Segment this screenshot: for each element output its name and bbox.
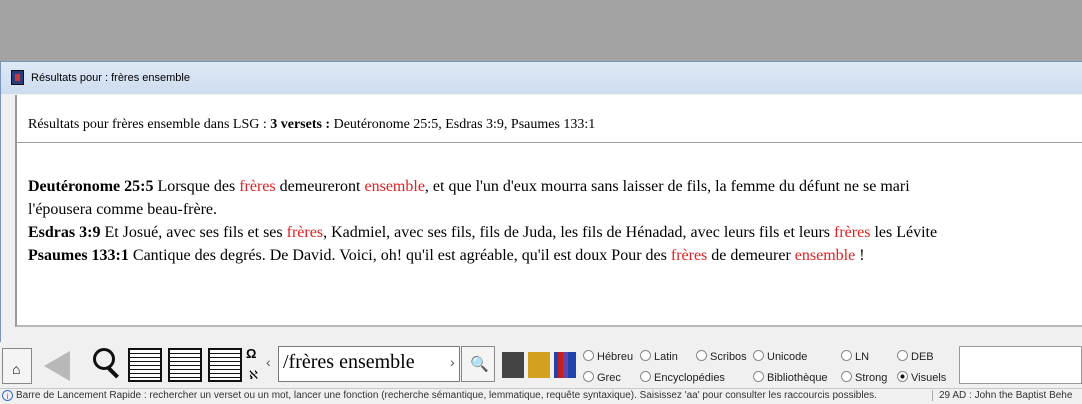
- option-grec[interactable]: Grec: [583, 371, 621, 384]
- verse-text: Cantique des degrés. De David. Voici, oh…: [128, 247, 671, 264]
- home-button[interactable]: ⌂: [2, 348, 32, 384]
- option-deb[interactable]: DEB: [897, 350, 934, 363]
- verse-ref[interactable]: Psaumes 133:1: [28, 247, 129, 264]
- summary-refs: Deutéronome 25:5, Esdras 3:9, Psaumes 13…: [330, 117, 596, 132]
- info-icon: i: [2, 390, 13, 401]
- history-forward-arrow[interactable]: ›: [450, 354, 455, 370]
- hebrew-keyboard-button[interactable]: ℵ: [249, 368, 258, 382]
- verse-esdras-3-9: Esdras 3:9 Et Josué, avec ses fils et se…: [28, 221, 937, 244]
- option-scribos[interactable]: Scribos: [696, 350, 747, 363]
- status-timeline[interactable]: 29 AD : John the Baptist Behe: [932, 390, 1072, 401]
- option-ln[interactable]: LN: [841, 350, 869, 363]
- summary-prefix: Résultats pour frères ensemble dans LSG …: [28, 117, 271, 132]
- verse-psaumes-133-1: Psaumes 133:1 Cantique des degrés. De Da…: [28, 244, 937, 267]
- option-unicode[interactable]: Unicode: [753, 350, 807, 363]
- verse-highlight: frères: [239, 178, 276, 195]
- results-summary: Résultats pour frères ensemble dans LSG …: [28, 117, 595, 133]
- magnifier-handle: [106, 366, 120, 379]
- summary-separator: [17, 142, 1082, 143]
- analysis-tools-icons[interactable]: [502, 352, 576, 378]
- parallel-view-button[interactable]: [208, 348, 242, 382]
- text-view-button[interactable]: [168, 348, 202, 382]
- quick-launch-toolbar: ⌂ Ω ℵ ‹ /frères ensemble › 🔍 Hébreu Lati…: [0, 342, 1082, 388]
- search-icon: 🔍: [470, 356, 489, 373]
- magnifier-icon: [93, 348, 115, 370]
- quick-search-input[interactable]: /frères ensemble: [278, 346, 460, 382]
- verse-highlight: frères: [670, 247, 708, 264]
- option-bibliotheque[interactable]: Bibliothèque: [753, 371, 828, 384]
- option-strong[interactable]: Strong: [841, 371, 887, 384]
- verse-highlight: frères: [286, 224, 324, 241]
- verse-ref[interactable]: Esdras 3:9: [28, 224, 100, 241]
- search-go-button[interactable]: 🔍: [461, 346, 495, 382]
- option-visuels[interactable]: Visuels: [897, 371, 946, 384]
- option-encyclopedies[interactable]: Encyclopédies: [640, 371, 725, 384]
- window-titlebar[interactable]: Résultats pour : frères ensemble: [1, 62, 1082, 94]
- history-back-arrow[interactable]: ‹: [266, 354, 271, 370]
- verse-text: de demeurer: [707, 247, 795, 264]
- home-icon: ⌂: [12, 361, 21, 377]
- single-column-view-button[interactable]: [128, 348, 162, 382]
- results-content: Résultats pour frères ensemble dans LSG …: [15, 95, 1082, 327]
- verse-text: Et Josué, avec ses fils et ses: [100, 224, 287, 241]
- preview-box[interactable]: [959, 346, 1082, 384]
- verse-highlight: ensemble: [794, 247, 856, 264]
- zoom-button[interactable]: [90, 346, 122, 384]
- verse-text: , et que l'un d'eux mourra sans laisser …: [424, 178, 910, 195]
- greek-keyboard-button[interactable]: Ω: [246, 346, 256, 361]
- status-message: Barre de Lancement Rapide : rechercher u…: [16, 390, 877, 401]
- back-arrow-icon: [44, 351, 70, 381]
- verse-text: les Lévite: [870, 224, 938, 241]
- window-title: Résultats pour : frères ensemble: [31, 72, 190, 84]
- verse-highlight: ensemble: [364, 178, 425, 195]
- option-latin[interactable]: Latin: [640, 350, 678, 363]
- results-window: Résultats pour : frères ensemble Résulta…: [0, 61, 1082, 342]
- verse-text: !: [855, 247, 865, 264]
- verse-deut-25-5-continued: l'épousera comme beau-frère.: [28, 201, 217, 218]
- verse-list: Deutéronome 25:5 Lorsque des frères deme…: [28, 175, 937, 267]
- option-hebreu[interactable]: Hébreu: [583, 350, 633, 363]
- summary-count: 3 versets :: [270, 117, 331, 132]
- back-button[interactable]: [40, 348, 78, 384]
- app-icon: [11, 70, 24, 85]
- verse-highlight: frères: [834, 224, 871, 241]
- status-bar: i Barre de Lancement Rapide : rechercher…: [0, 388, 1082, 404]
- verse-text: demeureront: [275, 178, 365, 195]
- verse-text: , Kadmiel, avec ses fils, fils de Juda, …: [323, 224, 835, 241]
- verse-ref[interactable]: Deutéronome 25:5: [28, 178, 153, 195]
- verse-deut-25-5: Deutéronome 25:5 Lorsque des frères deme…: [28, 175, 937, 198]
- verse-text: Lorsque des: [153, 178, 240, 195]
